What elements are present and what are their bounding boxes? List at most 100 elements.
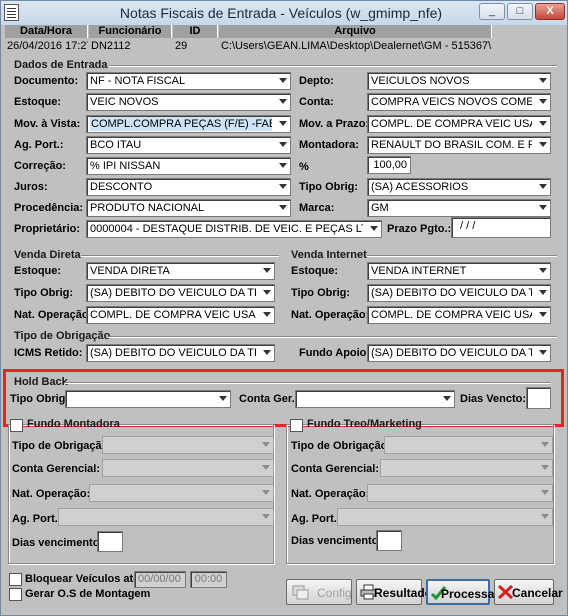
chevron-down-icon [263,350,271,356]
chevron-down-icon [262,465,270,471]
chevron-down-icon [279,205,287,211]
percent-label: % [299,161,309,173]
chevron-down-icon [263,312,271,318]
montadora-select[interactable]: RENAULT DO BRASIL COM. E PARTI [367,136,551,154]
fm-nat-operacao-select[interactable] [89,484,274,502]
chevron-down-icon [279,184,287,190]
vd-estoque-select[interactable]: VENDA DIRETA [86,262,275,280]
documento-select[interactable]: NF - NOTA FISCAL [86,72,291,90]
hb-tipo-obrig-select[interactable] [65,390,231,408]
fm-dias-vencimento-input[interactable] [97,531,123,552]
chevron-down-icon [539,78,547,84]
gerar-os-checkbox[interactable] [9,588,22,601]
juros-select[interactable]: DESCONTO [86,178,291,196]
icms-retido-select[interactable]: (SA) DEBITO DO VEICULO DA TROCA [86,344,275,362]
estoque-label: Estoque: [14,96,62,108]
ft-ag-port-select[interactable] [337,508,553,526]
ag-port-select[interactable]: BCO ITAU [86,136,291,154]
bloquear-label: Bloquear Veículos até: [25,573,143,585]
ag-port-label: Ag. Port.: [14,139,64,151]
divider [107,336,557,338]
prazo-pgto-input[interactable]: / / / [451,217,551,238]
hb-dias-vencto-input[interactable] [526,387,551,409]
fm-dias-vencimento-label: Dias vencimento: [12,537,104,549]
procedencia-select[interactable]: PRODUTO NACIONAL [86,199,291,217]
bloquear-date-input[interactable]: 00/00/00 [134,571,186,588]
chevron-down-icon [541,514,549,520]
montadora-value: RENAULT DO BRASIL COM. E PARTI [371,139,532,151]
estoque-select[interactable]: VEIC NOVOS [86,93,291,111]
section-title-venda-direta: Venda Direta [14,249,81,261]
config-button-label: Config [317,586,352,600]
hb-conta-ger-select[interactable] [295,390,455,408]
chevron-down-icon [541,490,549,496]
ft-ag-port-label: Ag. Port.: [291,513,341,525]
chevron-down-icon [279,99,287,105]
depto-select[interactable]: VEICULOS NOVOS [367,72,551,90]
vi-tipo-obrig-select[interactable]: (SA) DEBITO DO VEICULO DA TROCA [367,284,551,302]
cancelar-button[interactable]: Cancelar [494,579,563,605]
montadora-label: Montadora: [299,139,359,151]
mov-prazo-select[interactable]: COMPL. DE COMPRA VEIC USADOS [367,115,551,133]
minimize-button[interactable]: _ [479,3,505,20]
vi-estoque-select[interactable]: VENDA INTERNET [367,262,551,280]
processar-button-label: Processar [441,587,500,601]
ft-tipo-obrigacao-select[interactable] [384,436,553,454]
fm-tipo-obrigacao-label: Tipo de Obrigação: [12,440,113,452]
fundo-apoio-label: Fundo Apoio: [299,347,371,359]
estoque-value: VEIC NOVOS [90,96,159,108]
mov-vista-select[interactable]: COMPL.COMPRA PEÇAS (F/E) -FABRICA [86,115,291,133]
vi-estoque-value: VENDA INTERNET [371,265,467,277]
divider [81,255,279,257]
chevron-down-icon [370,226,378,232]
marca-label: Marca: [299,202,335,214]
divider [109,65,557,67]
vd-estoque-value: VENDA DIRETA [90,265,170,277]
fundo-apoio-value: (SA) DEBITO DO VEICULO DA TROCA [371,347,532,359]
fundo-treino-label: Fundo Treo/Marketing [307,418,422,430]
fundo-apoio-select[interactable]: (SA) DEBITO DO VEICULO DA TROCA [367,344,551,362]
gerar-os-label: Gerar O.S de Montagem [25,588,151,600]
vd-tipo-obrig-select[interactable]: (SA) DEBITO DO VEICULO DA TROCA [86,284,275,302]
processar-button[interactable]: Processar [426,579,499,605]
bloquear-time-input[interactable]: 00:00 [190,571,227,588]
close-button[interactable]: X [535,3,565,20]
fm-tipo-obrigacao-select[interactable] [102,436,274,454]
fundo-treino-checkbox[interactable] [290,419,303,432]
icms-retido-label: ICMS Retido: [14,347,83,359]
ft-nat-operacao-select[interactable] [367,484,553,502]
correcao-value: % IPI NISSAN [90,160,161,172]
vd-nat-operacao-value: COMPL. DE COMPRA VEIC USADOS [90,309,256,321]
vd-estoque-label: Estoque: [14,265,62,277]
fm-ag-port-select[interactable] [58,508,274,526]
bloquear-checkbox[interactable] [9,573,22,586]
ag-port-value: BCO ITAU [90,139,142,151]
vd-nat-operacao-select[interactable]: COMPL. DE COMPRA VEIC USADOS [86,306,275,324]
marca-select[interactable]: GM [367,199,551,217]
resultado-button[interactable]: Resultado [356,579,432,605]
maximize-button[interactable]: □ [507,3,533,20]
tipo-obrig-select[interactable]: (SA) ACESSORIOS [367,178,551,196]
ft-dias-vencimento-input[interactable] [376,530,402,551]
proprietario-select[interactable]: 0000004 - DESTAQUE DISTRIB. DE VEIC. E P… [86,220,382,238]
documento-value: NF - NOTA FISCAL [90,75,186,87]
chevron-down-icon [262,514,270,520]
fundo-montadora-checkbox[interactable] [10,419,23,432]
vi-nat-operacao-select[interactable]: COMPL. DE COMPRA VEIC USADOS [367,306,551,324]
chevron-down-icon [263,290,271,296]
chevron-down-icon [541,465,549,471]
depto-label: Depto: [299,75,334,87]
hb-dias-vencto-label: Dias Vencto: [460,393,527,405]
conta-select[interactable]: COMPRA VEICS NOVOS COMERCIAIS [367,93,551,111]
percent-input[interactable]: 100,00 [367,156,411,174]
chevron-down-icon [443,396,451,402]
fm-conta-gerencial-select[interactable] [102,459,274,477]
ft-conta-gerencial-select[interactable] [380,459,553,477]
conta-value: COMPRA VEICS NOVOS COMERCIAIS [371,96,532,108]
correcao-select[interactable]: % IPI NISSAN [86,157,291,175]
config-button[interactable]: Config [286,579,352,605]
chevron-down-icon [539,184,547,190]
procedencia-value: PRODUTO NACIONAL [90,202,205,214]
col-header-funcionario: Funcionário [89,25,172,38]
hb-tipo-obrig-label: Tipo Obrig.: [10,393,73,405]
